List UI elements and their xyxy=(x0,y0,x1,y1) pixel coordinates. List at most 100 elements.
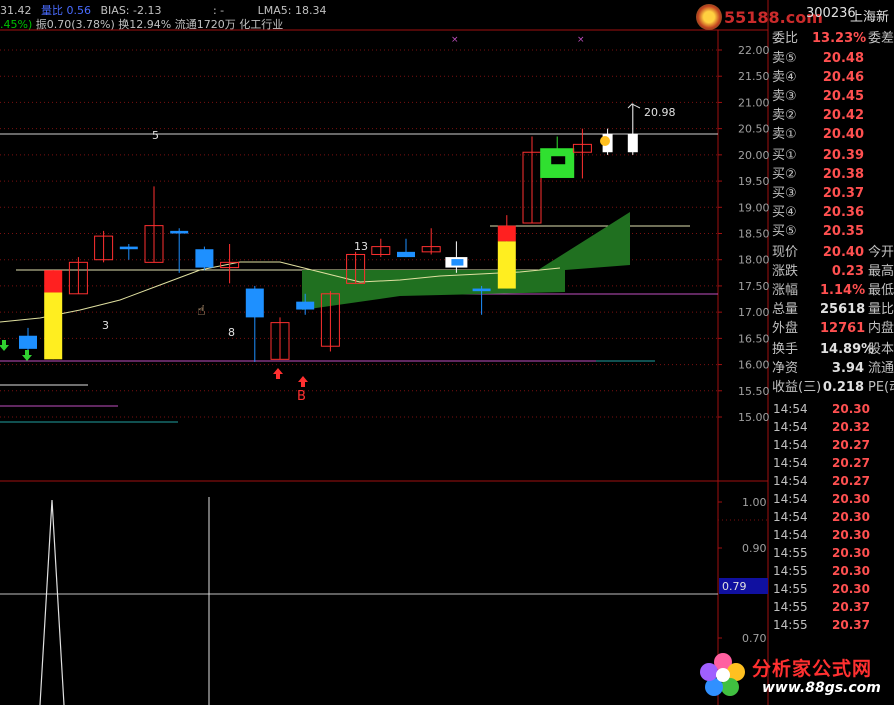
price-tick-label: 21.00 xyxy=(738,96,770,109)
bid-row-4-value: 20.36 xyxy=(822,205,864,220)
tick-row: 14:54 20.30 xyxy=(770,526,894,544)
annotation-5: 5 xyxy=(152,129,159,142)
tick-time: 14:55 xyxy=(773,618,808,632)
stat-row-1: 涨跌 0.23 最高 xyxy=(770,263,894,281)
stat2-row-0-label: 换手 xyxy=(772,342,799,357)
tick-price: 20.32 xyxy=(832,420,870,434)
header-lb-label: 量比 xyxy=(41,4,63,17)
stat-row-4-extra: 内盘 xyxy=(868,321,894,336)
ask-row-4-label: 卖④ xyxy=(772,70,797,85)
price-tick-label: 15.00 xyxy=(738,411,770,424)
tick-time: 14:54 xyxy=(773,420,808,434)
site-logo-url: www.88gs.com xyxy=(762,680,881,696)
tick-time: 14:54 xyxy=(773,474,808,488)
stat-row-2-extra: 最低 xyxy=(868,283,894,298)
bid-row-1-label: 买① xyxy=(772,148,797,163)
ask-row-4: 卖④ 20.46 xyxy=(770,69,894,87)
indicator-tick-label: 0.90 xyxy=(742,542,767,555)
bid-row-3: 买③ 20.37 xyxy=(770,185,894,203)
price-tick-label: 17.00 xyxy=(738,306,770,319)
ask-row-2-label: 卖② xyxy=(772,108,797,123)
price-tick-label: 18.00 xyxy=(738,254,770,267)
price-tick-label: 20.50 xyxy=(738,123,770,136)
mark-x: × xyxy=(577,35,585,45)
tick-row: 14:55 20.37 xyxy=(770,598,894,616)
candle-body-blue xyxy=(472,288,491,292)
price-tick-label: 20.00 xyxy=(738,149,770,162)
tick-time: 14:54 xyxy=(773,510,808,524)
flower-logo-icon xyxy=(700,652,746,698)
tick-time: 14:54 xyxy=(773,492,808,506)
tick-price: 20.27 xyxy=(832,474,870,488)
green-zone-1 xyxy=(302,270,565,310)
stat2-row-2-label: 收益(三) xyxy=(772,380,822,395)
tick-time: 14:55 xyxy=(773,546,808,560)
stat-row-0-extra: 今开 xyxy=(868,245,894,260)
ask-row-5-label: 卖⑤ xyxy=(772,51,797,66)
tick-price: 20.30 xyxy=(832,528,870,542)
high-marker xyxy=(627,103,641,109)
stat-row-3-value: 25618 xyxy=(820,302,866,317)
candle-body-blue xyxy=(19,335,37,349)
price-tick-label: 16.00 xyxy=(738,359,770,372)
header-pct: .45%) xyxy=(0,18,33,31)
candle-body-blue xyxy=(245,288,264,318)
indicator-spike xyxy=(39,499,65,705)
tick-price: 20.30 xyxy=(832,582,870,596)
ask-row-1-label: 卖① xyxy=(772,127,797,142)
tick-price: 20.30 xyxy=(832,492,870,506)
annotation-high-price: 20.98 xyxy=(644,106,676,119)
indicator-tick-label: 0.70 xyxy=(742,632,767,645)
tick-row: 14:54 20.27 xyxy=(770,436,894,454)
tick-row: 14:55 20.30 xyxy=(770,544,894,562)
price-tick-label: 18.50 xyxy=(738,228,770,241)
stat-row-2-value: 1.14% xyxy=(820,283,866,298)
tick-row: 14:55 20.30 xyxy=(770,580,894,598)
tick-row: 14:55 20.30 xyxy=(770,562,894,580)
bid-row-5-value: 20.35 xyxy=(822,224,864,239)
quote-panel: 委比 13.23% 委差 卖⑤ 20.48 卖④ 20.46 卖③ 20.45 卖② 20.4… xyxy=(770,30,894,400)
price-tick-label: 19.00 xyxy=(738,201,770,214)
candle-body-yellow xyxy=(497,241,516,289)
stat-row-1-value: 0.23 xyxy=(831,264,864,279)
candle-body-red xyxy=(44,270,63,293)
ask-row-4-value: 20.46 xyxy=(822,70,864,85)
tick-time: 14:55 xyxy=(773,600,808,614)
candle-body-blue xyxy=(119,246,138,250)
tick-price: 20.30 xyxy=(832,564,870,578)
hand-cursor-icon: ☝ xyxy=(197,303,206,319)
bid-row-4: 买④ 20.36 xyxy=(770,204,894,222)
stat2-row-0-value: 14.89% xyxy=(820,342,875,357)
tick-price: 20.30 xyxy=(832,546,870,560)
stat-row-0: 现价 20.40 今开 xyxy=(770,244,894,262)
tick-row: 14:54 20.30 xyxy=(770,400,894,418)
header-lma: LMA5: 18.34 xyxy=(257,4,327,17)
tick-time: 14:55 xyxy=(773,582,808,596)
stat2-row-2-extra: PE(动 xyxy=(868,380,894,395)
sell-arrow-icon xyxy=(22,350,32,361)
stat2-row-1: 净资 3.94 流通 xyxy=(770,360,894,378)
tick-price: 20.27 xyxy=(832,438,870,452)
stat-row-1-extra: 最高 xyxy=(868,264,894,279)
annotation-8: 8 xyxy=(228,326,235,339)
weibi-extra: 委差 xyxy=(868,31,894,46)
tick-row: 14:54 20.27 xyxy=(770,472,894,490)
annotation-13: 13 xyxy=(354,240,368,253)
tick-time: 14:54 xyxy=(773,438,808,452)
ask-row-3-value: 20.45 xyxy=(822,89,864,104)
candle-body-blue xyxy=(170,230,189,234)
price-tick-label: 19.50 xyxy=(738,175,770,188)
ask-row-5-value: 20.48 xyxy=(822,51,864,66)
header-line1: 31.42 量比 0.56 BIAS: -2.13 : - LMA5: 18.3… xyxy=(0,4,326,17)
candle-body-red xyxy=(497,225,516,242)
header-bias: BIAS: -2.13 xyxy=(100,4,162,17)
stat2-row-2-value: 0.218 xyxy=(822,380,864,395)
stat2-row-0-extra: 股本 xyxy=(868,342,894,357)
tick-time: 14:54 xyxy=(773,402,808,416)
candle-body-yellow xyxy=(44,292,63,360)
header-lb-value: 0.56 xyxy=(66,4,92,17)
candlestick-chart: 22.00 21.50 21.00 20.50 20.00 19.50 19.00 18.50… xyxy=(0,0,770,705)
tick-list: 14:54 20.30 14:54 20.32 14:54 20.27 14:54 20.27… xyxy=(770,400,894,650)
stat2-row-1-extra: 流通 xyxy=(868,361,894,376)
price-tick-label: 17.50 xyxy=(738,280,770,293)
